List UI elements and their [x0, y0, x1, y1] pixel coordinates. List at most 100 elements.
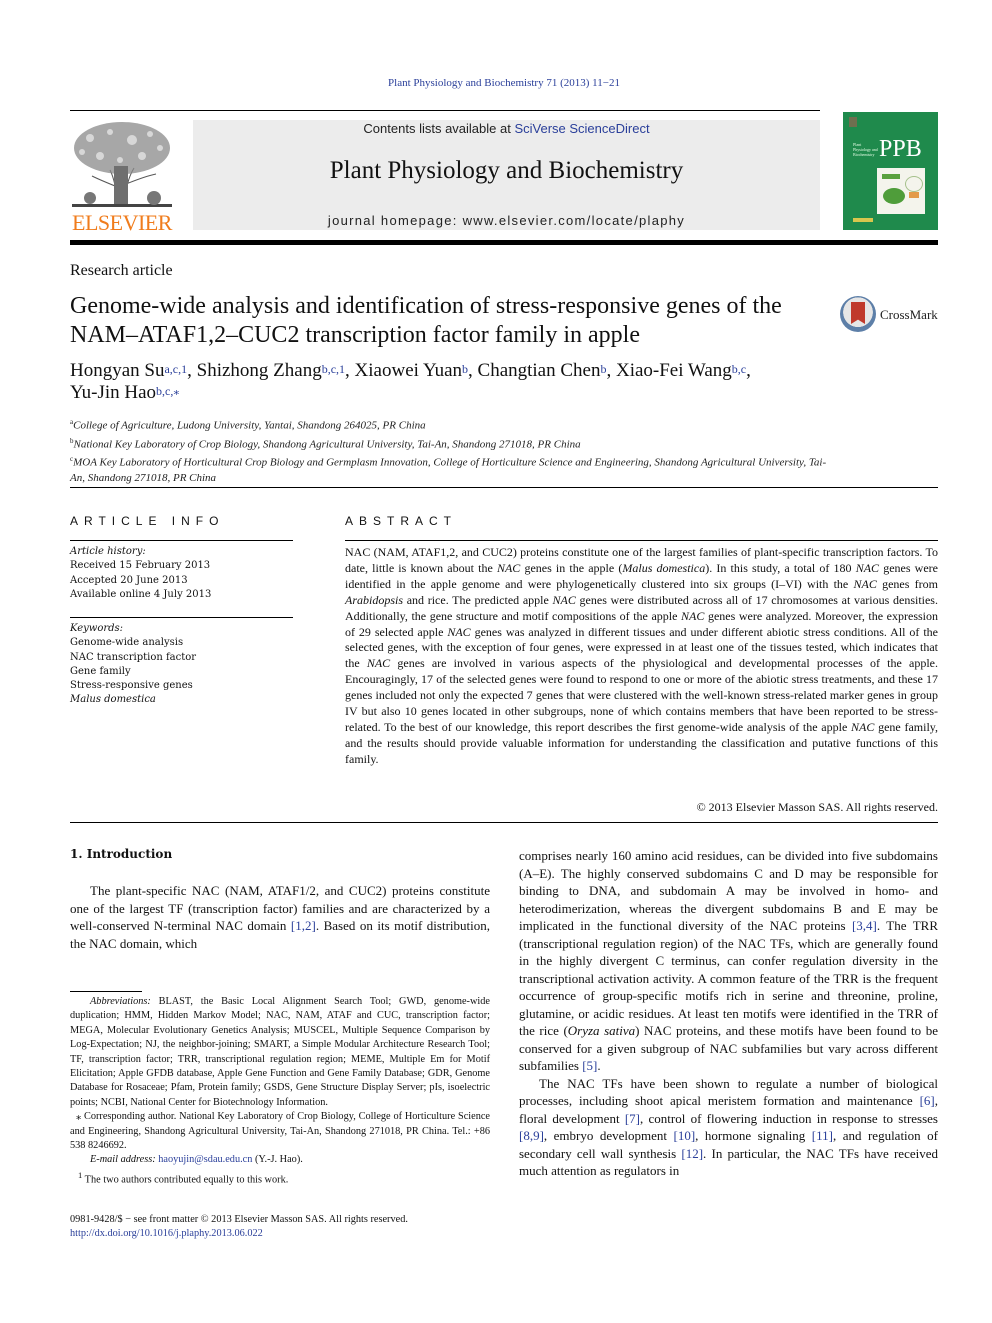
text-run: genes are involved in various aspects of…: [345, 656, 938, 734]
paragraph: comprises nearly 160 amino acid residues…: [519, 847, 938, 1075]
italic-term: NAC: [851, 719, 875, 734]
author-separator: ,: [345, 360, 355, 381]
footnotes: Abbreviations: BLAST, the Basic Local Al…: [70, 995, 490, 1188]
footnote-rule: [70, 991, 142, 992]
equal-contribution-footnote: 1 The two authors contributed equally to…: [70, 1168, 490, 1188]
crossmark-label: CrossMark: [880, 307, 938, 322]
author-separator: ,: [606, 360, 616, 381]
article-title: Genome-wide analysis and identification …: [70, 293, 782, 348]
author-affiliation-marks[interactable]: b,c,⁎: [156, 384, 179, 398]
journal-cover[interactable]: Plant Physiology and Biochemistry PPB: [843, 112, 938, 230]
equal-contribution-text: The two authors contributed equally to t…: [82, 1174, 289, 1186]
author-separator: ,: [187, 360, 197, 381]
author-name[interactable]: Changtian Chen: [478, 360, 601, 381]
cover-journal-small: Plant Physiology and Biochemistry: [853, 142, 878, 157]
received-date: Received 15 February 2013: [70, 560, 211, 572]
top-rule: [70, 110, 820, 111]
author-affiliation-marks[interactable]: b,c,1: [322, 362, 345, 376]
author-name[interactable]: Yu-Jin Hao: [70, 382, 156, 403]
citation-link[interactable]: [1,2]: [291, 918, 316, 933]
italic-term: Oryza sativa: [567, 1023, 636, 1038]
citation-link[interactable]: [7]: [625, 1111, 640, 1126]
running-head[interactable]: Plant Physiology and Biochemistry 71 (20…: [0, 77, 992, 89]
cover-strip: [882, 174, 900, 179]
cover-illustration: [877, 168, 925, 214]
doi-link[interactable]: http://dx.doi.org/10.1016/j.plaphy.2013.…: [70, 1227, 500, 1241]
keyword: NAC transcription factor: [70, 651, 197, 663]
author-affiliation-marks[interactable]: b: [462, 362, 468, 376]
online-date: Available online 4 July 2013: [70, 588, 212, 600]
author-list: Hongyan Sua,c,1, Shizhong Zhangb,c,1, Xi…: [70, 360, 850, 404]
keywords: Keywords: Genome-wide analysis NAC trans…: [70, 622, 300, 708]
crossmark-button[interactable]: CrossMark: [840, 296, 940, 336]
contents-line: Contents lists available at SciVerse Sci…: [193, 121, 820, 136]
divider: [70, 822, 938, 823]
masthead-thick-rule: [70, 240, 938, 245]
citation-link[interactable]: [8,9]: [519, 1128, 544, 1143]
italic-term: NAC: [681, 608, 705, 623]
cover-bottom-mark: [853, 218, 873, 222]
affiliation-c: cMOA Key Laboratory of Horticultural Cro…: [70, 452, 830, 486]
keyword: Stress-responsive genes: [70, 680, 193, 692]
body-column-right: comprises nearly 160 amino acid residues…: [519, 847, 938, 1180]
divider: [345, 540, 938, 541]
journal-homepage: journal homepage: www.elsevier.com/locat…: [193, 213, 820, 228]
text-run: genes in the apple (: [520, 560, 623, 575]
history-label: Article history:: [70, 546, 146, 557]
homepage-url[interactable]: www.elsevier.com/locate/plaphy: [463, 213, 686, 228]
abbreviations-label: Abbreviations:: [90, 996, 151, 1007]
text-run: .: [597, 1058, 601, 1073]
homepage-prefix: journal homepage:: [327, 213, 463, 228]
italic-term: NAC: [855, 560, 880, 575]
author-name[interactable]: Xiao-Fei Wang: [616, 360, 732, 381]
email-link[interactable]: haoyujin@sdau.edu.cn: [158, 1154, 252, 1165]
abstract-copyright: © 2013 Elsevier Masson SAS. All rights r…: [696, 800, 938, 814]
email-label: E-mail address:: [90, 1154, 156, 1166]
affiliation-a: aCollege of Agriculture, Ludong Universi…: [70, 415, 830, 434]
italic-term: NAC: [496, 560, 521, 575]
author-separator: ,: [468, 360, 478, 381]
affiliation-text: National Key Laboratory of Crop Biology,…: [73, 438, 581, 451]
text-run: The NAC TFs have been shown to regulate …: [519, 1075, 938, 1109]
cover-orange-mark: [909, 192, 919, 198]
elsevier-wordmark[interactable]: ELSEVIER: [70, 210, 174, 236]
italic-term: Malus domestica: [622, 560, 706, 575]
divider: [70, 540, 293, 541]
text-run: . The TRR (transcriptional regulation re…: [519, 918, 938, 1038]
text-run: , hormone signaling: [695, 1128, 812, 1143]
italic-term: Arabidopsis: [345, 592, 404, 607]
citation-link[interactable]: [12]: [681, 1146, 703, 1161]
citation-link[interactable]: [5]: [582, 1058, 597, 1073]
affiliation-text: College of Agriculture, Ludong Universit…: [73, 419, 426, 432]
sciencedirect-link[interactable]: SciVerse ScienceDirect: [514, 121, 649, 136]
abbreviations-text: BLAST, the Basic Local Alignment Search …: [70, 996, 490, 1108]
corresponding-author-footnote: ⁎ Corresponding author. National Key Lab…: [70, 1111, 490, 1152]
author-affiliation-marks[interactable]: b,c: [732, 362, 746, 376]
text-run: ). In this study, a total of 180: [705, 560, 856, 575]
author-name[interactable]: Xiaowei Yuan: [355, 360, 462, 381]
citation-link[interactable]: [3,4]: [852, 918, 877, 933]
author-name[interactable]: Shizhong Zhang: [197, 360, 322, 381]
section-heading-introduction: 1. Introduction: [70, 847, 173, 861]
divider: [70, 487, 938, 488]
cover-cell-outline: [905, 176, 923, 192]
citation-link[interactable]: [6]: [920, 1093, 935, 1108]
author-affiliation-marks[interactable]: a,c,1: [164, 362, 187, 376]
italic-term: NAC: [447, 624, 471, 639]
author-affiliation-marks[interactable]: b: [600, 362, 606, 376]
cover-publisher-icon: [849, 117, 857, 127]
author-name[interactable]: Hongyan Su: [70, 360, 164, 381]
cover-abbrev: PPB: [879, 136, 922, 162]
issn-line: 0981-9428/$ − see front matter © 2013 El…: [70, 1214, 408, 1225]
tree-icon: [70, 118, 174, 210]
affiliations: aCollege of Agriculture, Ludong Universi…: [70, 415, 830, 486]
abbreviations-footnote: Abbreviations: BLAST, the Basic Local Al…: [70, 995, 490, 1110]
text-run: , embryo development: [543, 1128, 674, 1143]
citation-link[interactable]: [10]: [674, 1128, 696, 1143]
citation-link[interactable]: [11]: [812, 1128, 833, 1143]
article-type: Research article: [70, 262, 173, 279]
email-footnote: E-mail address: haoyujin@sdau.edu.cn (Y.…: [70, 1153, 490, 1167]
text-run: , control of flowering induction in resp…: [639, 1110, 938, 1126]
leaf-icon: [883, 188, 905, 204]
paragraph: The NAC TFs have been shown to regulate …: [519, 1075, 938, 1180]
